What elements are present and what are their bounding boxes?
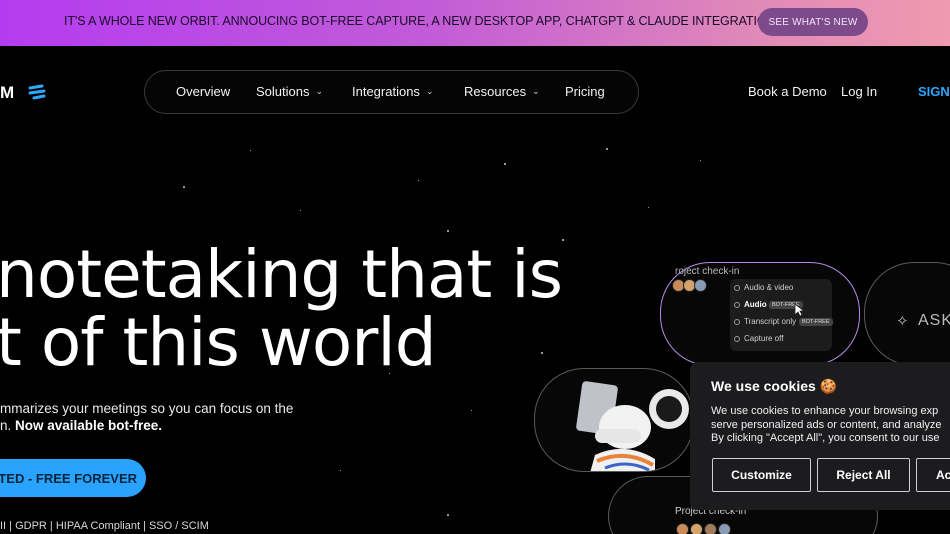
announcement-banner: IT'S A WHOLE NEW ORBIT. ANNOUCING BOT-FR… — [0, 0, 950, 46]
hero-subtitle-line1: mmarizes your meetings so you can focus … — [0, 401, 294, 416]
avatar — [718, 523, 731, 534]
cursor-icon — [794, 303, 806, 317]
announcement-text: IT'S A WHOLE NEW ORBIT. ANNOUCING BOT-FR… — [64, 14, 836, 28]
cookie-description: We use cookies to enhance your browsing … — [711, 405, 942, 444]
sparkle-icon: ✧ — [896, 313, 909, 330]
menu-item-capture-off[interactable]: Capture off — [744, 334, 783, 343]
hero-title-line2: t of this world — [0, 304, 437, 381]
nav-resources[interactable]: Resources ⌄ — [464, 84, 540, 99]
cookie-title: We use cookies 🍪 — [711, 378, 837, 395]
bot-free-note: Now available bot-free. — [15, 418, 163, 433]
nav-solutions-label: Solutions — [256, 84, 310, 99]
nav-overview[interactable]: Overview — [176, 84, 230, 99]
nav-overview-label: Overview — [176, 84, 231, 99]
menu-item-audio[interactable]: Audio — [744, 300, 767, 309]
see-whats-new-button[interactable]: SEE WHAT'S NEW — [758, 8, 868, 36]
login-link[interactable]: Log In — [841, 84, 877, 99]
capture-off-icon — [734, 336, 740, 342]
cookie-title-text: We use cookies — [711, 378, 816, 394]
chevron-down-icon: ⌄ — [425, 86, 434, 96]
page: IT'S A WHOLE NEW ORBIT. ANNOUCING BOT-FR… — [0, 0, 950, 534]
reject-all-button[interactable]: Reject All — [817, 458, 910, 492]
headphones-icon — [734, 302, 740, 308]
book-demo-link[interactable]: Book a Demo — [748, 84, 827, 99]
menu-item-transcript-only[interactable]: Transcript only — [744, 317, 796, 326]
card-title: roject check-in — [675, 266, 740, 277]
chevron-down-icon: ⌄ — [315, 86, 324, 96]
hero-title-line1: notetaking that is — [0, 236, 563, 313]
bot-free-badge: BOT-FREE — [799, 318, 833, 326]
ask-label: ASK — [918, 312, 950, 329]
customize-button[interactable]: Customize — [712, 458, 811, 492]
nav-integrations-label: Integrations — [352, 84, 420, 99]
signup-link[interactable]: SIGN — [918, 84, 950, 99]
avatar — [704, 523, 717, 534]
hero-subtitle-line2: n. Now available bot-free. — [0, 418, 162, 433]
accept-all-button[interactable]: Ac — [916, 458, 950, 492]
nav-pricing[interactable]: Pricing — [565, 84, 605, 99]
astronaut-card — [534, 368, 694, 472]
nav-pricing-label: Pricing — [565, 84, 605, 99]
nav-resources-label: Resources — [464, 84, 527, 99]
menu-item-audio-video[interactable]: Audio & video — [744, 283, 793, 292]
logo-mark-icon — [28, 84, 46, 100]
chevron-down-icon: ⌄ — [532, 86, 540, 96]
avatar — [690, 523, 703, 534]
brand-logo[interactable]: M — [0, 83, 14, 103]
compliance-badges: II | GDPR | HIPAA Compliant | SSO / SCIM — [0, 520, 209, 532]
cookie-icon: 🍪 — [819, 378, 838, 394]
avatar — [676, 523, 689, 534]
transcript-icon — [734, 319, 740, 325]
nav-integrations[interactable]: Integrations ⌄ — [352, 84, 433, 99]
video-icon — [734, 285, 740, 291]
get-started-button[interactable]: RTED - FREE FOREVER — [0, 459, 146, 497]
hero-subtitle-prefix: n. — [0, 418, 16, 433]
avatar — [694, 279, 707, 292]
astronaut-illustration — [576, 381, 689, 471]
nav-solutions[interactable]: Solutions ⌄ — [256, 84, 323, 99]
